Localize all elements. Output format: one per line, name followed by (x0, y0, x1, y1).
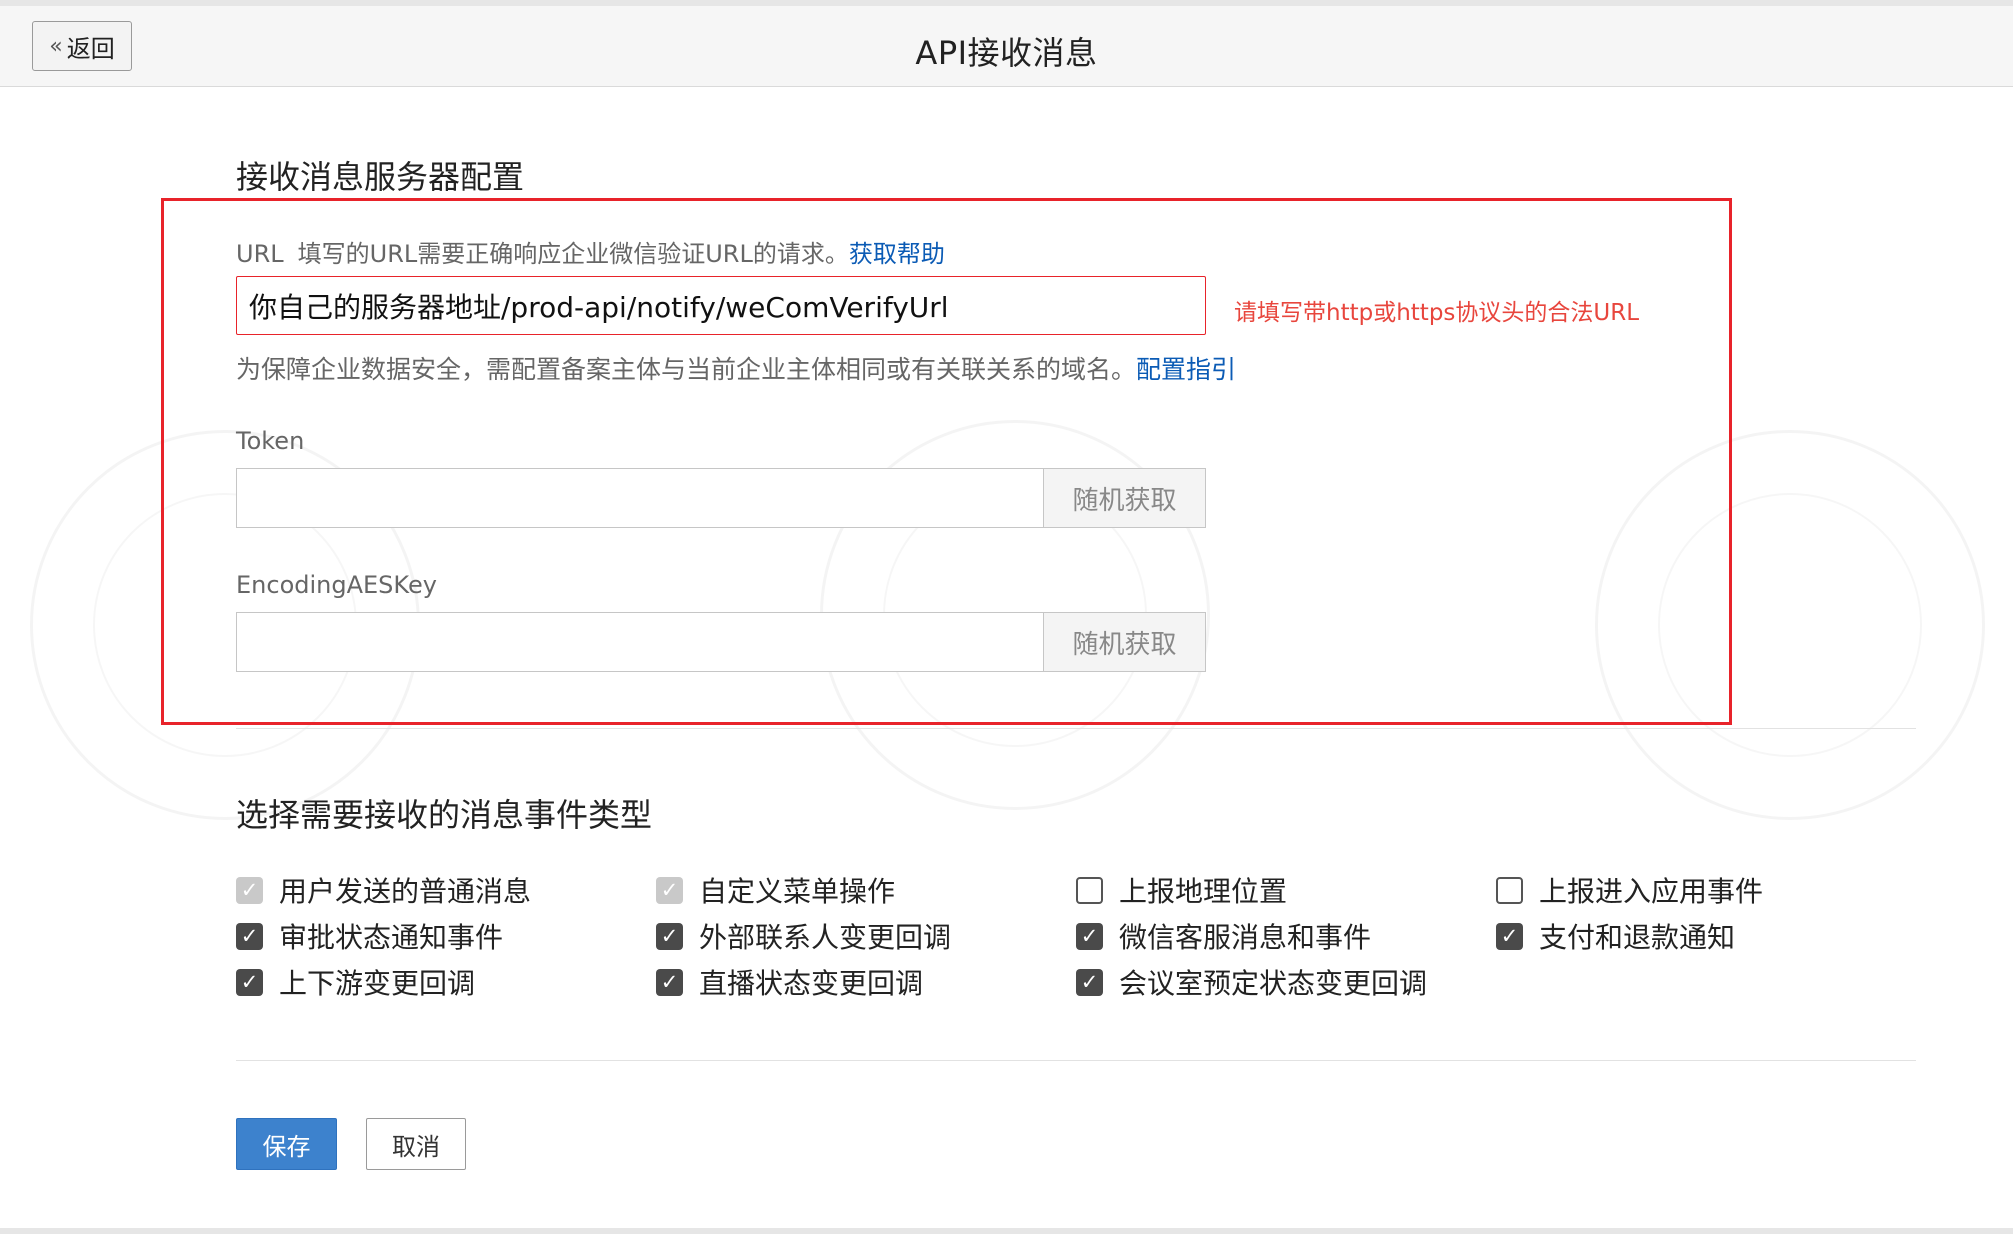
event-checkbox[interactable]: ✓ 上下游变更回调 (236, 962, 475, 1002)
event-checkbox[interactable]: ✓ 外部联系人变更回调 (656, 916, 951, 956)
token-label: Token (236, 427, 305, 455)
bottom-band (0, 1228, 2013, 1234)
aes-key-input[interactable] (236, 612, 1043, 672)
event-checkbox[interactable]: ✓ 支付和退款通知 (1496, 916, 1735, 956)
event-checkbox[interactable]: 上报地理位置 (1076, 870, 1287, 910)
event-types-title: 选择需要接收的消息事件类型 (236, 796, 653, 834)
event-checkbox-label: 审批状态通知事件 (279, 921, 504, 954)
section-divider (236, 728, 1916, 729)
event-checkbox-label: 上报进入应用事件 (1539, 875, 1764, 908)
checkbox-icon: ✓ (656, 968, 683, 996)
page-title: API接收消息 (915, 34, 1098, 72)
checkbox-icon: ✓ (236, 876, 263, 904)
event-checkbox-label: 上报地理位置 (1119, 875, 1288, 908)
event-checkbox-label: 上下游变更回调 (279, 967, 476, 1000)
token-random-button[interactable]: 随机获取 (1043, 468, 1206, 528)
checkbox-icon: ✓ (1076, 968, 1103, 996)
event-checkbox-label: 支付和退款通知 (1539, 921, 1736, 954)
checkbox-icon: ✓ (656, 876, 683, 904)
token-input[interactable] (236, 468, 1043, 528)
domain-tip-text: 为保障企业数据安全，需配置备案主体与当前企业主体相同或有关联关系的域名。 (236, 355, 1137, 384)
url-label-row: URL 填写的URL需要正确响应企业微信验证URL的请求。获取帮助 (236, 234, 945, 269)
url-description: 填写的URL需要正确响应企业微信验证URL的请求。 (297, 240, 849, 268)
aes-key-label: EncodingAESKey (236, 571, 437, 599)
event-checkbox[interactable]: ✓ 微信客服消息和事件 (1076, 916, 1371, 956)
event-checkbox-label: 会议室预定状态变更回调 (1119, 967, 1428, 1000)
checkbox-icon (1496, 876, 1523, 904)
event-checkbox[interactable]: ✓ 用户发送的普通消息 (236, 870, 531, 910)
event-checkbox[interactable]: ✓ 审批状态通知事件 (236, 916, 503, 956)
event-checkbox[interactable]: ✓ 会议室预定状态变更回调 (1076, 962, 1427, 1002)
url-label: URL (236, 240, 284, 268)
event-checkbox[interactable]: 上报进入应用事件 (1496, 870, 1763, 910)
event-checkbox[interactable]: ✓ 自定义菜单操作 (656, 870, 895, 910)
url-input[interactable]: 你自己的服务器地址/prod-api/notify/weComVerifyUrl (236, 276, 1206, 335)
url-error-message: 请填写带http或https协议头的合法URL (1234, 300, 1640, 326)
server-config-title: 接收消息服务器配置 (236, 158, 525, 196)
event-checkbox-label: 直播状态变更回调 (699, 967, 924, 1000)
event-checkbox-label: 用户发送的普通消息 (279, 875, 532, 908)
section-divider (236, 1060, 1916, 1061)
aes-key-field-group: 随机获取 (236, 612, 1206, 672)
event-checkbox-label: 微信客服消息和事件 (1119, 921, 1372, 954)
checkbox-icon: ✓ (1076, 922, 1103, 950)
cancel-button[interactable]: 取消 (366, 1118, 466, 1170)
checkbox-icon (1076, 876, 1103, 904)
save-button[interactable]: 保存 (236, 1118, 337, 1170)
page-header: « 返回 API接收消息 (0, 6, 2013, 87)
token-field-group: 随机获取 (236, 468, 1206, 528)
checkbox-icon: ✓ (236, 968, 263, 996)
checkbox-icon: ✓ (1496, 922, 1523, 950)
domain-tip: 为保障企业数据安全，需配置备案主体与当前企业主体相同或有关联关系的域名。配置指引 (236, 350, 1236, 386)
event-checkbox-label: 外部联系人变更回调 (699, 921, 952, 954)
event-checkbox[interactable]: ✓ 直播状态变更回调 (656, 962, 923, 1002)
aes-key-random-button[interactable]: 随机获取 (1043, 612, 1206, 672)
event-checkbox-label: 自定义菜单操作 (699, 875, 896, 908)
url-help-link[interactable]: 获取帮助 (849, 240, 945, 268)
checkbox-icon: ✓ (236, 922, 263, 950)
checkbox-icon: ✓ (656, 922, 683, 950)
domain-guide-link[interactable]: 配置指引 (1136, 355, 1236, 384)
